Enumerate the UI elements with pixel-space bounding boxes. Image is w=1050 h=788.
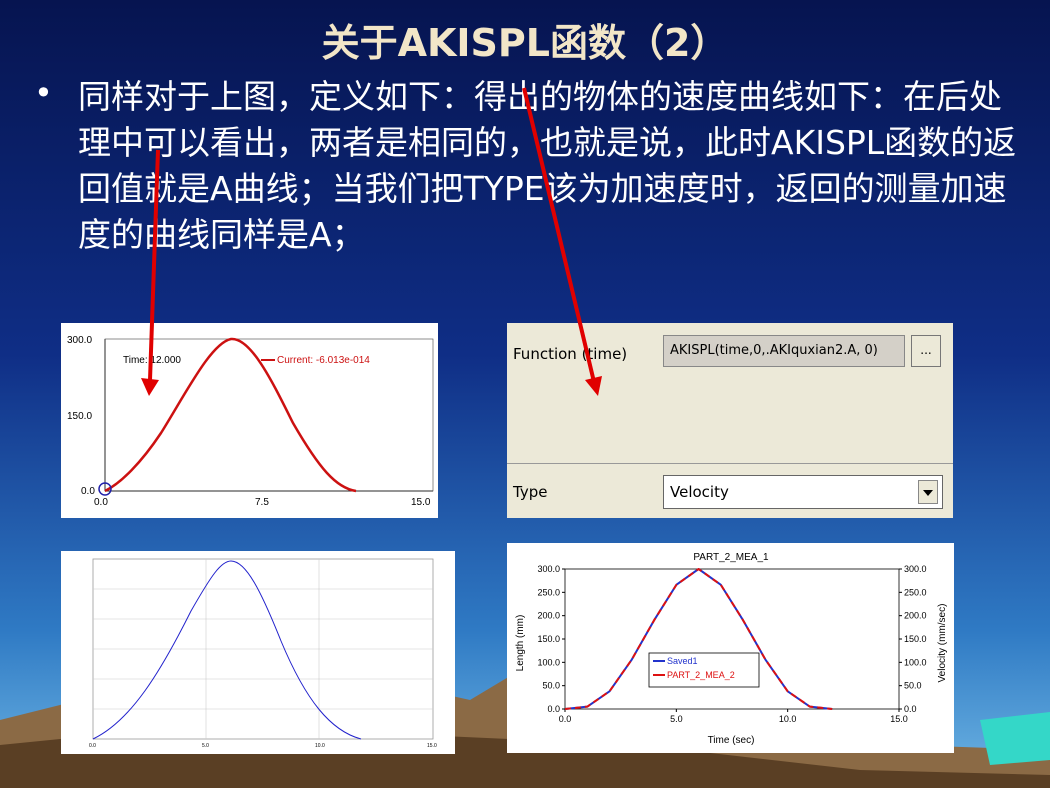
spline-plot-panel: 300.0 150.0 0.0 0.0 7.5 15.0 Time: 12.00… bbox=[61, 323, 438, 518]
chart-ytick-label: 200.0 bbox=[537, 611, 560, 621]
spline-time-readout: Time: 12.000 bbox=[123, 355, 181, 366]
chart-ytick-label-right: 200.0 bbox=[904, 611, 927, 621]
small-xtick-0: 0.0 bbox=[89, 743, 96, 749]
spline-current-readout: Current: -6.013e-014 bbox=[277, 355, 370, 366]
measurement-chart: PART_2_MEA_1 Length (mm) Velocity (mm/se… bbox=[515, 552, 948, 746]
chart-legend-label: Saved1 bbox=[667, 656, 698, 666]
triangle-down-icon bbox=[923, 490, 933, 496]
small-xtick-1: 5.0 bbox=[202, 743, 209, 749]
slide-title: 关于AKISPL函数（2） bbox=[321, 21, 729, 65]
chart-ytick-label: 50.0 bbox=[542, 681, 560, 691]
chart-ytick-label-right: 150.0 bbox=[904, 634, 927, 644]
chart-xtick-label: 5.0 bbox=[670, 714, 683, 724]
chart-ytick-label-right: 300.0 bbox=[904, 564, 927, 574]
measurement-chart-panel: PART_2_MEA_1 Length (mm) Velocity (mm/se… bbox=[507, 543, 954, 753]
dialog-divider bbox=[507, 463, 953, 464]
spline-plot: 300.0 150.0 0.0 0.0 7.5 15.0 Time: 12.00… bbox=[67, 335, 434, 508]
type-label: Type bbox=[513, 483, 548, 501]
type-select[interactable]: Velocity bbox=[663, 475, 943, 509]
spline-ytick-top: 300.0 bbox=[67, 335, 92, 346]
spline-xtick-end: 15.0 bbox=[411, 497, 431, 508]
chart-ytick-label-right: 0.0 bbox=[904, 704, 917, 714]
chart-xtick-label: 0.0 bbox=[559, 714, 572, 724]
velocity-small-plot: 0.0 5.0 10.0 15.0 bbox=[61, 551, 455, 754]
small-xtick-2: 10.0 bbox=[315, 743, 325, 749]
chart-ylabel-left: Length (mm) bbox=[515, 615, 526, 672]
chart-ytick-label-right: 50.0 bbox=[904, 681, 922, 691]
chart-xtick-label: 15.0 bbox=[890, 714, 908, 724]
bullet-text: 同样对于上图，定义如下：得出的物体的速度曲线如下：在后处理中可以看出，两者是相同… bbox=[78, 77, 1017, 254]
chart-xlabel: Time (sec) bbox=[708, 735, 755, 746]
function-value-field[interactable]: AKISPL(time,0,.AKIquxian2.A, 0) bbox=[663, 335, 905, 367]
type-select-dropdown-button[interactable] bbox=[918, 480, 938, 504]
small-plot-grid bbox=[93, 559, 433, 739]
bullet-icon: • bbox=[34, 74, 53, 112]
spline-xtick-mid: 7.5 bbox=[255, 497, 269, 508]
chart-series-line-1 bbox=[564, 568, 833, 710]
chart-ytick-label: 150.0 bbox=[537, 634, 560, 644]
chart-ytick-label-right: 250.0 bbox=[904, 587, 927, 597]
chart-plot-frame bbox=[564, 568, 900, 710]
spline-xtick-start: 0.0 bbox=[94, 497, 108, 508]
spline-ytick-bottom: 0.0 bbox=[81, 486, 95, 497]
chart-ylabel-right: Velocity (mm/sec) bbox=[937, 604, 948, 683]
type-select-value: Velocity bbox=[670, 483, 729, 501]
chart-ytick-label: 250.0 bbox=[537, 587, 560, 597]
chart-ytick-label: 300.0 bbox=[537, 564, 560, 574]
chart-legend-label: PART_2_MEA_2 bbox=[667, 670, 735, 680]
chart-ytick-label: 100.0 bbox=[537, 657, 560, 667]
chart-ytick-label-right: 100.0 bbox=[904, 657, 927, 667]
spline-ytick-mid: 150.0 bbox=[67, 411, 92, 422]
chart-title: PART_2_MEA_1 bbox=[693, 552, 769, 563]
small-plot-curve bbox=[92, 560, 362, 740]
small-xtick-3: 15.0 bbox=[427, 743, 437, 749]
function-dialog: Function (time) AKISPL(time,0,.AKIquxian… bbox=[507, 323, 953, 518]
chart-ytick-label: 0.0 bbox=[547, 704, 560, 714]
function-label: Function (time) bbox=[513, 345, 628, 363]
chart-series-line-0 bbox=[564, 568, 833, 710]
small-plot-svg: 0.0 5.0 10.0 15.0 bbox=[89, 558, 437, 749]
chart-xtick-label: 10.0 bbox=[779, 714, 797, 724]
function-browse-button[interactable]: ... bbox=[911, 335, 941, 367]
